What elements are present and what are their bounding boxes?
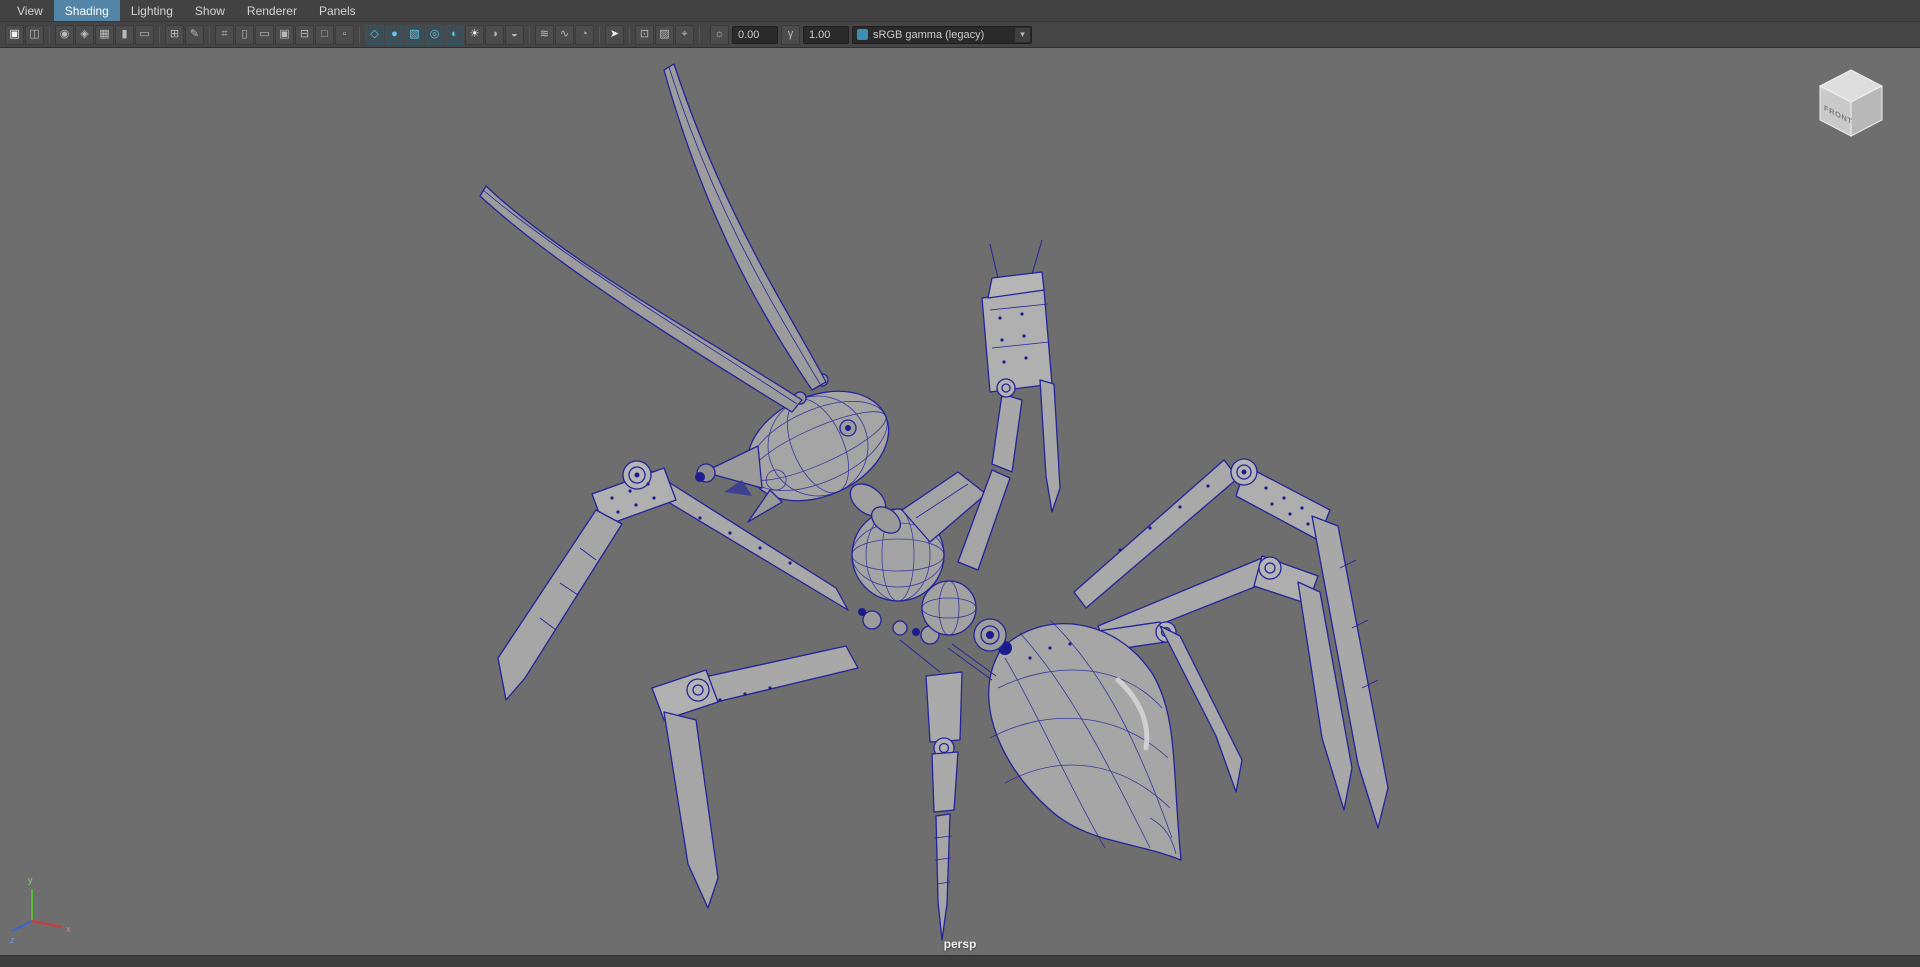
ant-foreleg-raised[interactable] <box>957 239 1061 571</box>
single-pane-layout-icon[interactable]: ▣ <box>5 24 24 45</box>
shadows-icon[interactable]: ◑ <box>485 24 504 45</box>
smooth-shade-all-icon[interactable]: ● <box>385 24 404 45</box>
view-transform-dropdown[interactable]: sRGB gamma (legacy) ▾ <box>852 25 1032 44</box>
menu-item-show[interactable]: Show <box>184 0 236 21</box>
toolbar-separator <box>529 26 530 43</box>
axis-x-label: x <box>66 924 71 934</box>
x-ray-joints-icon[interactable]: ⌖ <box>675 24 694 45</box>
menu-item-shading[interactable]: Shading <box>53 0 120 21</box>
screen-space-ambient-occlusion-icon[interactable]: ◒ <box>505 24 524 45</box>
safe-action-icon[interactable]: □ <box>315 24 334 45</box>
toolbar-separator <box>49 26 50 43</box>
use-all-lights-icon[interactable]: ☀ <box>465 24 484 45</box>
camera-attributes-icon[interactable]: ▦ <box>95 24 114 45</box>
menu-item-lighting[interactable]: Lighting <box>120 0 184 21</box>
camera-name-label: persp <box>943 937 977 951</box>
use-default-material-icon[interactable]: ◐ <box>445 24 464 45</box>
color-controls: ☼ γ sRGB gamma (legacy) ▾ <box>710 24 1032 45</box>
depth-of-field-icon[interactable]: ◔ <box>575 24 594 45</box>
panel-toolbar: ▣◫◉◈▦▮▭⊞✎⌗▯▭▣⊟□▫◇●▧◎◐☀◑◒≋∿◔➤⊡▨⌖ ☼ γ sRGB… <box>0 22 1920 48</box>
view-cube[interactable]: FRONT <box>1808 56 1894 142</box>
menu-item-panels[interactable]: Panels <box>308 0 367 21</box>
wireframe-model[interactable] <box>0 48 1920 955</box>
isolate-select-icon[interactable]: ⊡ <box>635 24 654 45</box>
menu-item-view[interactable]: View <box>6 0 54 21</box>
two-d-pan-zoom-icon[interactable]: ⊞ <box>165 24 184 45</box>
grease-pencil-icon[interactable]: ✎ <box>185 24 204 45</box>
gamma-icon[interactable]: γ <box>781 24 800 45</box>
lock-camera-icon[interactable]: ◈ <box>75 24 94 45</box>
x-ray-icon[interactable]: ▨ <box>655 24 674 45</box>
wireframe-icon[interactable]: ◇ <box>365 24 384 45</box>
chevron-down-icon: ▾ <box>1015 27 1030 42</box>
toolbar-separator <box>599 26 600 43</box>
toolbar-icon-strip: ▣ ◫ ◉ ◈ ▦ ▮ ▭ ⊞ ✎ ⌗ ▯ ▭ ▣ ⊟ □ ▫ ◇ ● ▧ ◎ ◐ ☀ ◑ ◒ ≋ ∿ ◔ ➤ ⊡ ▨ ⌖ <box>5 24 704 45</box>
color-management-icon <box>857 29 868 40</box>
field-chart-icon[interactable]: ⊟ <box>295 24 314 45</box>
motion-blur-icon[interactable]: ≋ <box>535 24 554 45</box>
image-plane-icon[interactable]: ▭ <box>135 24 154 45</box>
select-camera-icon[interactable]: ◉ <box>55 24 74 45</box>
bookmarks-icon[interactable]: ▮ <box>115 24 134 45</box>
textured-icon[interactable]: ▧ <box>405 24 424 45</box>
toolbar-separator <box>699 26 700 43</box>
panel-menubar: View Shading Lighting Show Renderer Panels <box>0 0 1920 22</box>
toolbar-separator <box>159 26 160 43</box>
exposure-field[interactable] <box>732 25 778 44</box>
viewport[interactable]: FRONT y x z persp <box>0 48 1920 955</box>
grid-icon[interactable]: ⌗ <box>215 24 234 45</box>
menu-item-renderer[interactable]: Renderer <box>236 0 308 21</box>
ant-antennae[interactable] <box>479 63 827 413</box>
exposure-icon[interactable]: ☼ <box>710 24 729 45</box>
toolbar-separator <box>629 26 630 43</box>
resolution-gate-icon[interactable]: ▭ <box>255 24 274 45</box>
wireframe-on-shaded-icon[interactable]: ◎ <box>425 24 444 45</box>
toolbar-separator <box>359 26 360 43</box>
window-bottom-edge <box>0 955 1920 967</box>
selection-arrow-icon[interactable]: ➤ <box>605 24 624 45</box>
gate-mask-icon[interactable]: ▣ <box>275 24 294 45</box>
film-gate-icon[interactable]: ▯ <box>235 24 254 45</box>
axis-y-label: y <box>28 875 33 885</box>
saved-layouts-icon[interactable]: ◫ <box>25 24 44 45</box>
toolbar-separator <box>209 26 210 43</box>
safe-title-icon[interactable]: ▫ <box>335 24 354 45</box>
ant-abdomen[interactable] <box>988 619 1182 861</box>
gamma-field[interactable] <box>803 25 849 44</box>
multisample-anti-aliasing-icon[interactable]: ∿ <box>555 24 574 45</box>
view-transform-value: sRGB gamma (legacy) <box>873 28 985 41</box>
